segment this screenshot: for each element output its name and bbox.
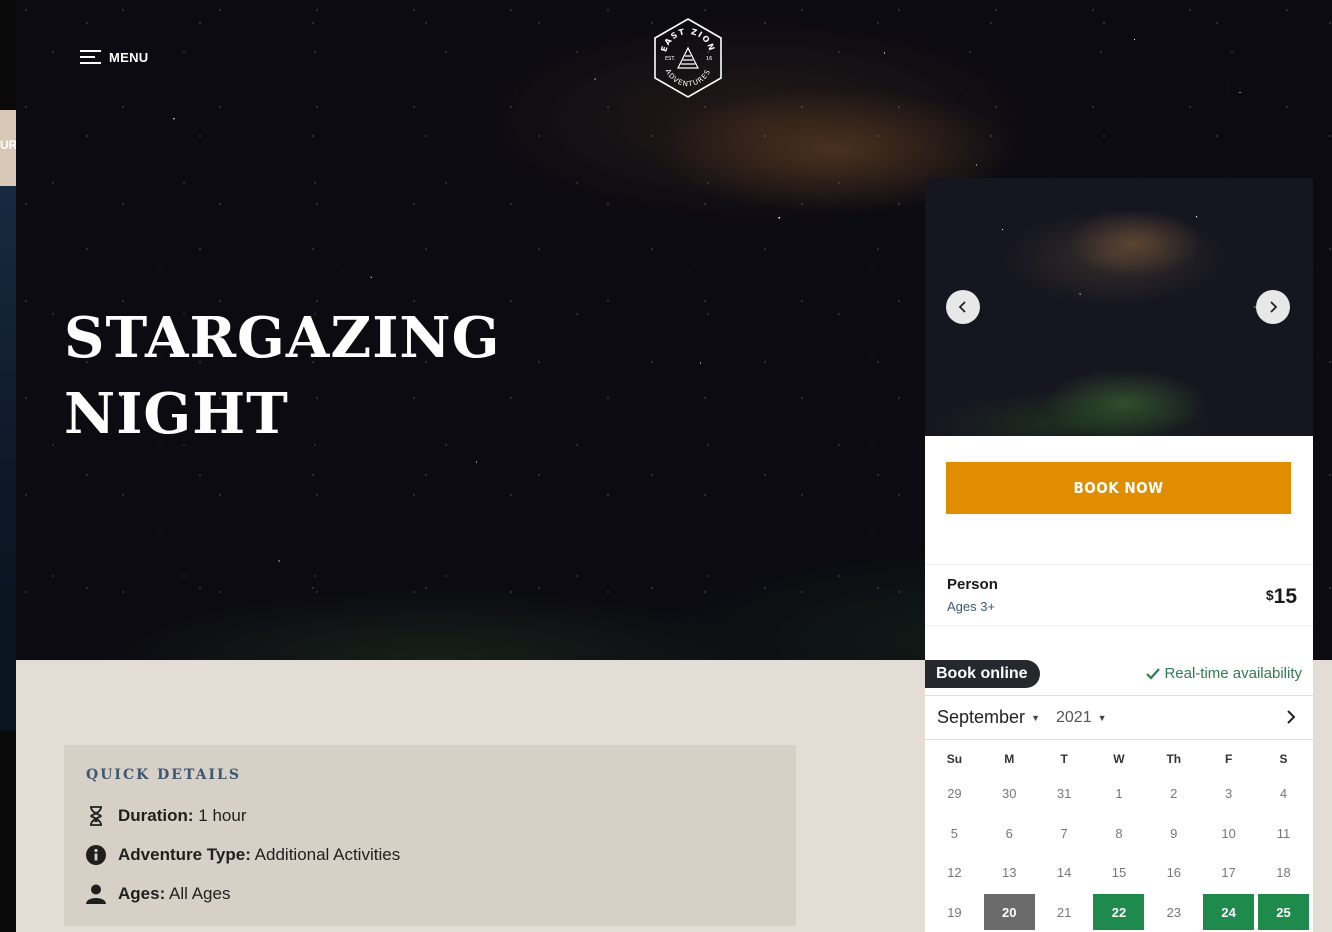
booking-widget: BOOK NOW Person Ages 3+ $15 Book online … [925,178,1313,932]
weekday-label: T [1060,752,1068,766]
calendar-week: 12 13 14 15 16 17 18 [927,853,1311,893]
calendar-day: 7 [1060,825,1068,841]
weekday-label: Su [946,752,963,766]
calendar-day: 11 [1276,825,1291,841]
weekday-label: S [1279,752,1288,766]
left-strip-image [0,186,16,731]
calendar-day: 18 [1276,865,1291,881]
info-icon [86,845,106,865]
weekday-label: W [1113,752,1125,766]
calendar-grid: Su M T W Th F S 29 30 31 1 2 3 4 5 6 7 8… [927,744,1311,932]
realtime-availability: Real-time availability [1146,665,1302,682]
calendar-day-today[interactable]: 20 [982,893,1037,932]
menu-label: MENU [109,50,149,65]
calendar-day: 16 [1166,865,1182,881]
left-edge-strip: UR [0,0,16,932]
calendar-day-available[interactable]: 22 [1092,893,1147,932]
calendar-day: 23 [1166,904,1182,920]
year-select[interactable]: 2021 ▼ [1056,709,1107,727]
calendar-day: 17 [1221,865,1236,881]
book-now-button[interactable]: BOOK NOW [946,462,1291,514]
calendar-day: 6 [1005,825,1013,841]
book-online-badge: Book online [925,660,1040,688]
carousel-next-button[interactable] [1256,290,1290,324]
quick-details-title: QUICK DETAILS [86,767,241,783]
logo-est-text: EST. [665,56,676,62]
checkmark-icon [1146,667,1161,680]
svg-text:ADVENTURES: ADVENTURES [664,68,713,89]
quick-detail-duration: Duration: 1 hour [86,806,246,826]
duration-value: 1 hour [198,806,247,825]
site-logo[interactable]: EAST ZION ADVENTURES EST. 16 [650,16,726,100]
quick-detail-ages: Ages: All Ages [86,884,230,904]
year-select-value: 2021 [1056,708,1092,726]
chevron-right-icon [1287,710,1296,724]
month-select[interactable]: September ▼ [937,707,1040,728]
calendar-day: 15 [1111,865,1127,881]
page-title-line2: NIGHT [64,381,289,447]
hamburger-icon [80,50,101,65]
page-title-line1: STARGAZING [64,305,501,371]
carousel-prev-button[interactable] [946,290,980,324]
calendar-day: 2 [1170,786,1178,802]
ticket-type-name: Person [947,576,998,593]
calendar-day: 21 [1056,904,1072,920]
calendar-day: 10 [1221,825,1236,841]
adventure-type-label: Adventure Type: [118,845,251,864]
calendar-day: 31 [1056,786,1072,802]
ages-label: Ages: [118,884,166,903]
weekday-label: Th [1166,752,1182,766]
price-currency: $ [1265,587,1274,603]
ticket-price: $15 [1266,585,1297,609]
left-strip-tab: UR [0,110,16,186]
ticket-type-ages: Ages 3+ [947,599,996,614]
logo-bottom-text: ADVENTURES [664,68,712,89]
calendar-day: 19 [947,904,962,920]
calendar-week: 19 20 21 22 23 24 25 [927,893,1311,932]
calendar-week: 5 6 7 8 9 10 11 [927,814,1311,854]
hourglass-icon [86,806,106,826]
next-month-button[interactable] [1285,708,1297,731]
caret-down-icon: ▼ [1097,712,1107,723]
tour-photo-carousel [925,178,1313,436]
chevron-right-icon [1270,301,1278,313]
calendar-day: 9 [1170,825,1178,841]
person-icon [86,884,106,904]
calendar-day: 4 [1279,786,1288,802]
calendar-week: 29 30 31 1 2 3 4 [927,774,1311,814]
logo-year-text: 16 [706,56,712,62]
calendar-day: 1 [1115,786,1123,802]
calendar-weekday-header: Su M T W Th F S [927,744,1311,774]
calendar-day: 14 [1056,865,1072,881]
price-value: 15 [1273,585,1297,608]
quick-detail-adventure-type: Adventure Type: Additional Activities [86,845,400,865]
ticket-type-row[interactable]: Person Ages 3+ $15 [925,564,1313,626]
caret-down-icon: ▼ [1031,712,1040,723]
calendar-day-available[interactable]: 25 [1256,893,1311,932]
calendar-month-bar: September ▼ 2021 ▼ [925,695,1313,740]
chevron-left-icon [958,301,966,313]
weekday-label: F [1224,752,1233,766]
weekday-label: M [1004,752,1015,766]
calendar-day: 12 [947,865,962,881]
calendar-day: 3 [1225,786,1233,802]
page-title: STARGAZING NIGHT [64,300,500,452]
ages-value: All Ages [169,884,231,903]
calendar-day-available[interactable]: 24 [1201,893,1256,932]
calendar-day: 30 [1002,786,1017,802]
month-select-value: September [937,707,1026,727]
adventure-type-value: Additional Activities [254,845,401,864]
realtime-label: Real-time availability [1164,665,1302,682]
calendar-day: 13 [1002,865,1017,881]
logo-mountain-icon [677,46,699,69]
calendar-day: 5 [950,825,959,841]
quick-details-box: QUICK DETAILS Duration: 1 hour Adventure… [64,745,796,926]
duration-label: Duration: [118,806,194,825]
calendar-day: 8 [1115,825,1123,841]
calendar-day: 29 [947,786,962,802]
menu-button[interactable]: MENU [80,50,148,65]
